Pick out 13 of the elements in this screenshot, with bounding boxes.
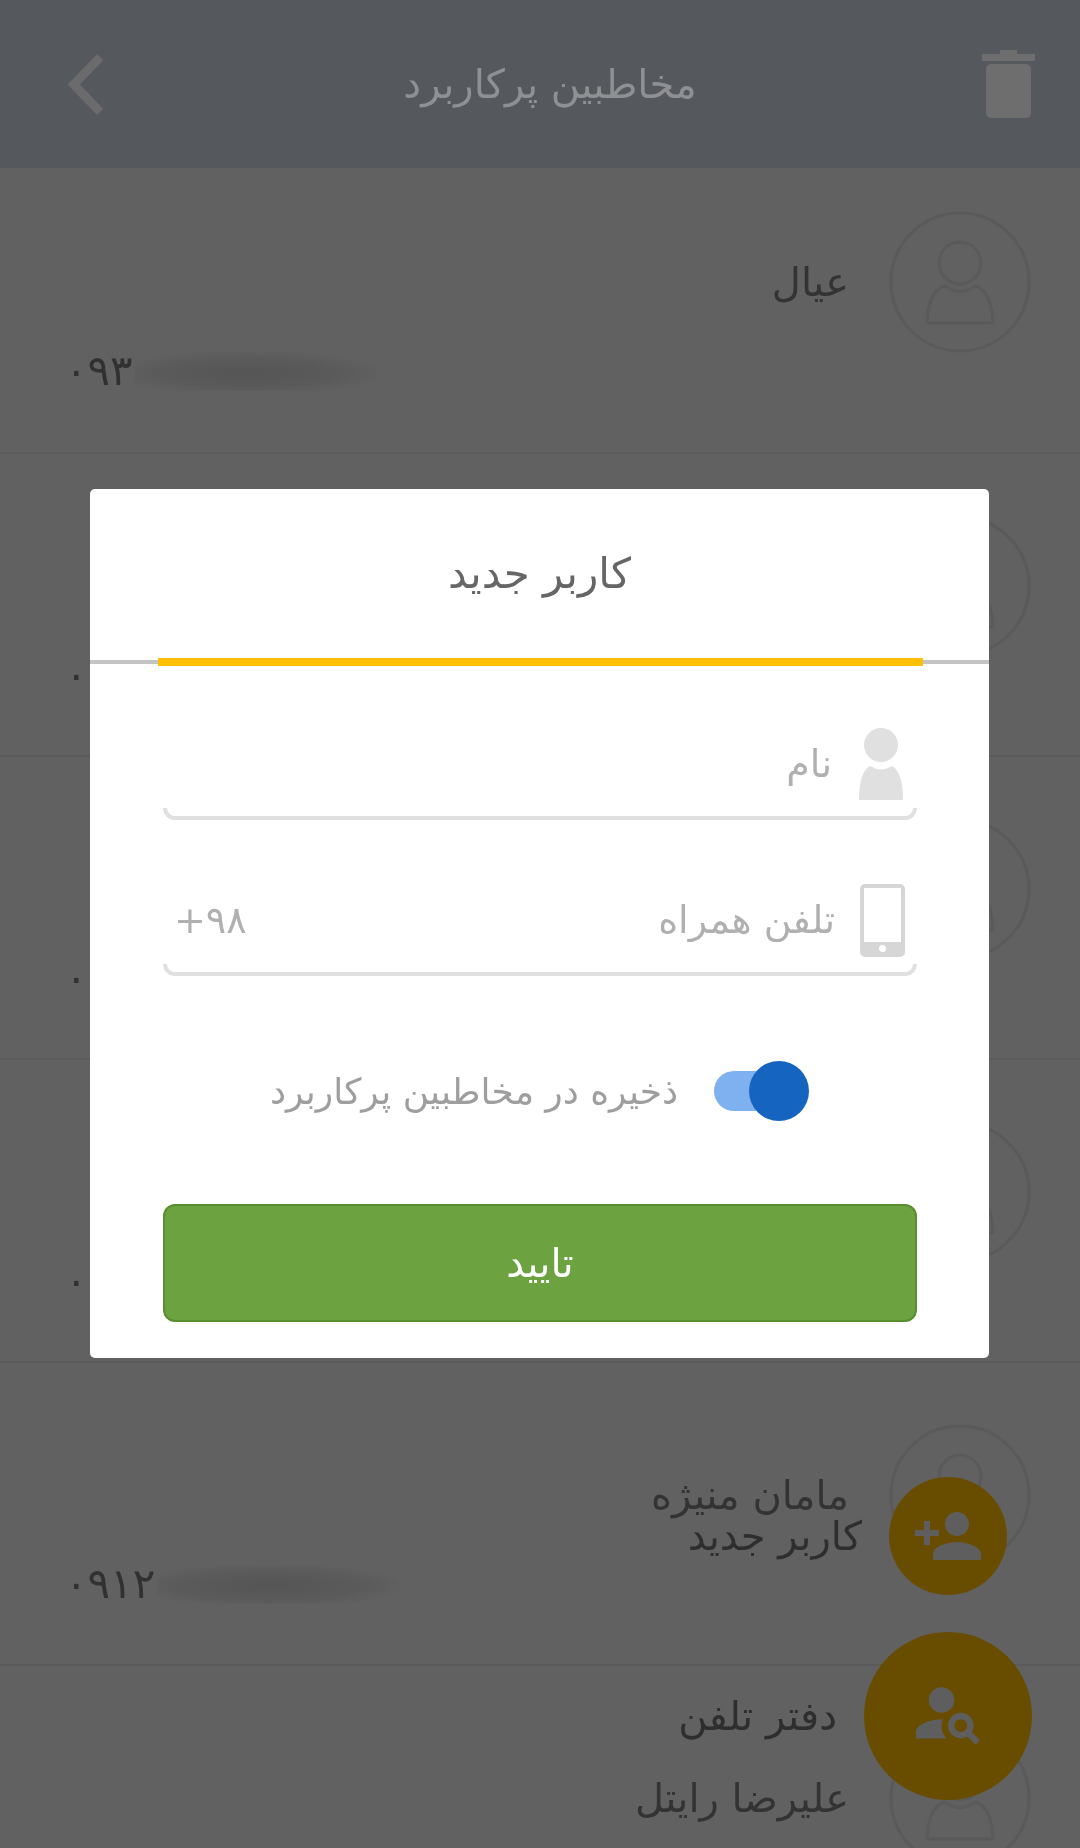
screen-title: مخاطبین پرکاربرد (403, 61, 697, 107)
person-plus-icon (915, 1512, 981, 1560)
switch-label: ذخیره در مخاطبین پرکاربرد (269, 1070, 679, 1112)
person-search-icon (916, 1687, 980, 1745)
person-icon (857, 728, 905, 800)
confirm-button[interactable]: تایید (163, 1204, 917, 1322)
trash-icon[interactable] (982, 50, 1035, 118)
toggle-switch[interactable] (714, 1061, 810, 1121)
phone-field[interactable]: تلفن همراه (271, 876, 835, 964)
country-code: +۹۸ (174, 898, 247, 942)
name-field[interactable]: نام (174, 720, 832, 808)
dialog-title: کاربر جدید (448, 549, 632, 598)
phone-icon (860, 883, 905, 957)
